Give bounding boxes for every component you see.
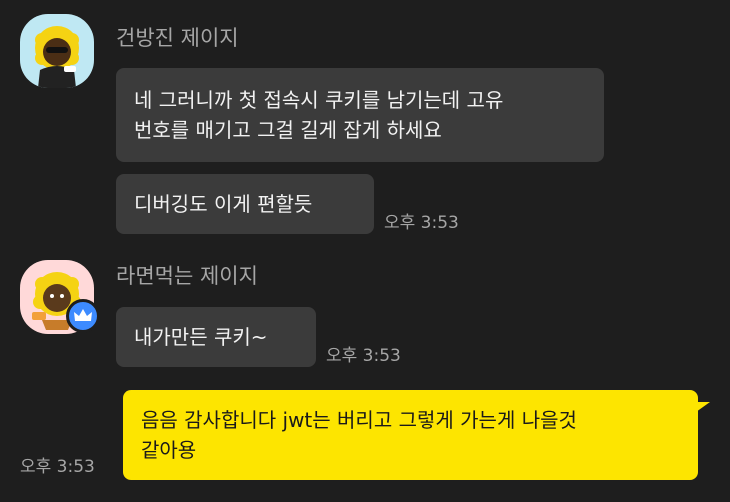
message-timestamp: 오후 3:53 xyxy=(20,457,95,477)
my-message-bubble[interactable]: 음음 감사합니다 jwt는 버리고 그렇게 가는게 나을것 같아용 xyxy=(123,390,698,480)
message-bubble[interactable]: 디버깅도 이게 편할듯 xyxy=(116,174,374,234)
sender-avatar-1[interactable] xyxy=(20,14,94,88)
message-line: 네 그러니까 첫 접속시 쿠키를 남기는데 고유 xyxy=(134,88,504,112)
sender-avatar-2[interactable] xyxy=(20,260,100,334)
message-timestamp: 오후 3:53 xyxy=(384,213,459,233)
message-line: 음음 감사합니다 jwt는 버리고 그렇게 가는게 나을것 xyxy=(141,408,577,432)
sender-name-2: 라면먹는 제이지 xyxy=(116,264,258,288)
message-line: 같아용 xyxy=(141,438,197,462)
message-line: 번호를 매기고 그걸 길게 잡게 하세요 xyxy=(134,118,442,142)
message-bubble[interactable]: 네 그러니까 첫 접속시 쿠키를 남기는데 고유 번호를 매기고 그걸 길게 잡… xyxy=(116,68,604,162)
message-line: 내가만든 쿠키~ xyxy=(134,325,268,349)
message-line: 디버깅도 이게 편할듯 xyxy=(134,192,313,216)
message-timestamp: 오후 3:53 xyxy=(326,346,401,366)
bubble-tail xyxy=(696,402,710,412)
sender-name-1: 건방진 제이지 xyxy=(116,26,239,50)
jay-g-sunglasses-avatar-icon xyxy=(20,14,94,88)
message-bubble[interactable]: 내가만든 쿠키~ xyxy=(116,307,316,367)
crown-icon xyxy=(66,299,100,333)
chat-window: 건방진 제이지 네 그러니까 첫 접속시 쿠키를 남기는데 고유 번호를 매기고… xyxy=(0,0,730,502)
